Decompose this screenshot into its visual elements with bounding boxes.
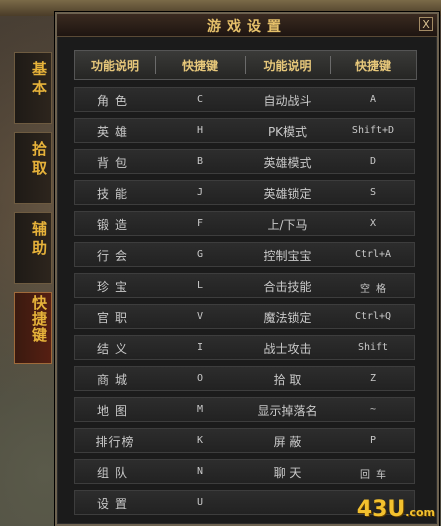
- table-header: 功能说明 快捷键 功能说明 快捷键: [74, 50, 417, 80]
- hotkey-value: N: [196, 466, 204, 477]
- hotkey-value: J: [196, 187, 204, 198]
- hotkey-value: C: [196, 94, 204, 105]
- window-title: 游戏设置: [207, 19, 287, 35]
- title-bar: 游戏设置 X: [57, 14, 437, 37]
- hotkey-value: Z: [369, 373, 377, 384]
- table-row: 行会 G 控制宝宝 Ctrl+A: [74, 242, 415, 267]
- function-label: 魔法锁定: [263, 311, 312, 325]
- table-row: 地图 M 显示掉落名 ~: [74, 397, 415, 422]
- table-row: 背包 B 英雄模式 D: [74, 149, 415, 174]
- hotkey-value: ~: [369, 404, 377, 415]
- tab-assist-label: 辅助: [30, 221, 48, 259]
- function-label: 商城: [96, 373, 133, 387]
- function-label: 组队: [96, 466, 133, 480]
- hotkey-value: H: [196, 125, 204, 136]
- tab-basic-label: 基本: [30, 61, 48, 99]
- hotkey-value: V: [196, 311, 204, 322]
- function-label: 设置: [96, 497, 133, 511]
- function-label: 自动战斗: [263, 94, 312, 108]
- function-label: 合击技能: [263, 280, 312, 294]
- function-label: 拾 取: [273, 373, 302, 387]
- tab-basic[interactable]: 基本: [14, 52, 52, 124]
- function-label: 英雄锁定: [263, 187, 312, 201]
- table-row: 排行榜 K 屏 蔽 P: [74, 428, 415, 453]
- function-label: PK模式: [267, 125, 308, 139]
- hotkey-value: Shift+D: [351, 125, 395, 136]
- function-label: 背包: [96, 156, 133, 170]
- function-label: 战士攻击: [263, 342, 312, 356]
- hotkey-value: 空 格: [359, 284, 387, 295]
- function-label: 上/下马: [267, 218, 308, 232]
- settings-window: 游戏设置 X 功能说明 快捷键 功能说明 快捷键 角色 C 自动战斗 A 英雄 H PK模式…: [55, 12, 439, 526]
- table-row: 英雄 H PK模式 Shift+D: [74, 118, 415, 143]
- close-button[interactable]: X: [419, 17, 433, 31]
- table-row: 官职 V 魔法锁定 Ctrl+Q: [74, 304, 415, 329]
- table-row: 角色 C 自动战斗 A: [74, 87, 415, 112]
- function-label: 英雄: [96, 125, 133, 139]
- header-function-1: 功能说明: [90, 58, 139, 73]
- hotkey-value: U: [196, 497, 204, 508]
- tab-hotkeys-label: 快捷键: [30, 295, 48, 343]
- hotkey-value: G: [196, 249, 204, 260]
- function-label: 行会: [96, 249, 133, 263]
- function-label: 技能: [96, 187, 133, 201]
- watermark-main: 43U: [356, 497, 406, 522]
- hotkey-value: B: [196, 156, 204, 167]
- function-label: 排行榜: [95, 435, 135, 449]
- site-watermark-logo: 43U.com: [357, 497, 435, 522]
- hotkey-value: Ctrl+A: [354, 249, 392, 260]
- header-function-2: 功能说明: [263, 58, 312, 73]
- watermark-suffix: .com: [405, 506, 435, 519]
- table-row: 组队 N 聊 天 回 车: [74, 459, 415, 484]
- function-label: 结义: [96, 342, 133, 356]
- hotkey-value: M: [196, 404, 204, 415]
- header-hotkey-2: 快捷键: [354, 58, 391, 73]
- hotkey-value: P: [369, 435, 377, 446]
- table-row: 锻造 F 上/下马 X: [74, 211, 415, 236]
- function-label: 角色: [96, 94, 133, 108]
- tab-hotkeys[interactable]: 快捷键: [14, 292, 52, 364]
- table-row: 结义 I 战士攻击 Shift: [74, 335, 415, 360]
- hotkey-value: O: [196, 373, 204, 384]
- hotkey-value: F: [196, 218, 204, 229]
- hotkey-value: 回 车: [359, 470, 387, 481]
- hotkey-value: L: [196, 280, 204, 291]
- table-row: 珍宝 L 合击技能 空 格: [74, 273, 415, 298]
- header-hotkey-1: 快捷键: [181, 58, 218, 73]
- hotkey-value: Ctrl+Q: [354, 311, 392, 322]
- function-label: 显示掉落名: [257, 404, 318, 418]
- hotkey-value: A: [369, 94, 377, 105]
- hotkey-value: K: [196, 435, 204, 446]
- tab-assist[interactable]: 辅助: [14, 212, 52, 284]
- function-label: 控制宝宝: [263, 249, 312, 263]
- function-label: 屏 蔽: [273, 435, 302, 449]
- hotkey-value: Shift: [357, 342, 389, 353]
- function-label: 地图: [96, 404, 133, 418]
- function-label: 珍宝: [96, 280, 133, 294]
- hotkey-value: X: [369, 218, 377, 229]
- function-label: 官职: [96, 311, 133, 325]
- tab-pickup-label: 拾取: [30, 141, 48, 179]
- hotkey-value: I: [196, 342, 204, 353]
- hotkey-value: S: [369, 187, 377, 198]
- hotkey-value: D: [369, 156, 377, 167]
- table-row: 技能 J 英雄锁定 S: [74, 180, 415, 205]
- function-label: 聊 天: [273, 466, 302, 480]
- function-label: 锻造: [96, 218, 133, 232]
- tab-pickup[interactable]: 拾取: [14, 132, 52, 204]
- table-row: 商城 O 拾 取 Z: [74, 366, 415, 391]
- function-label: 英雄模式: [263, 156, 312, 170]
